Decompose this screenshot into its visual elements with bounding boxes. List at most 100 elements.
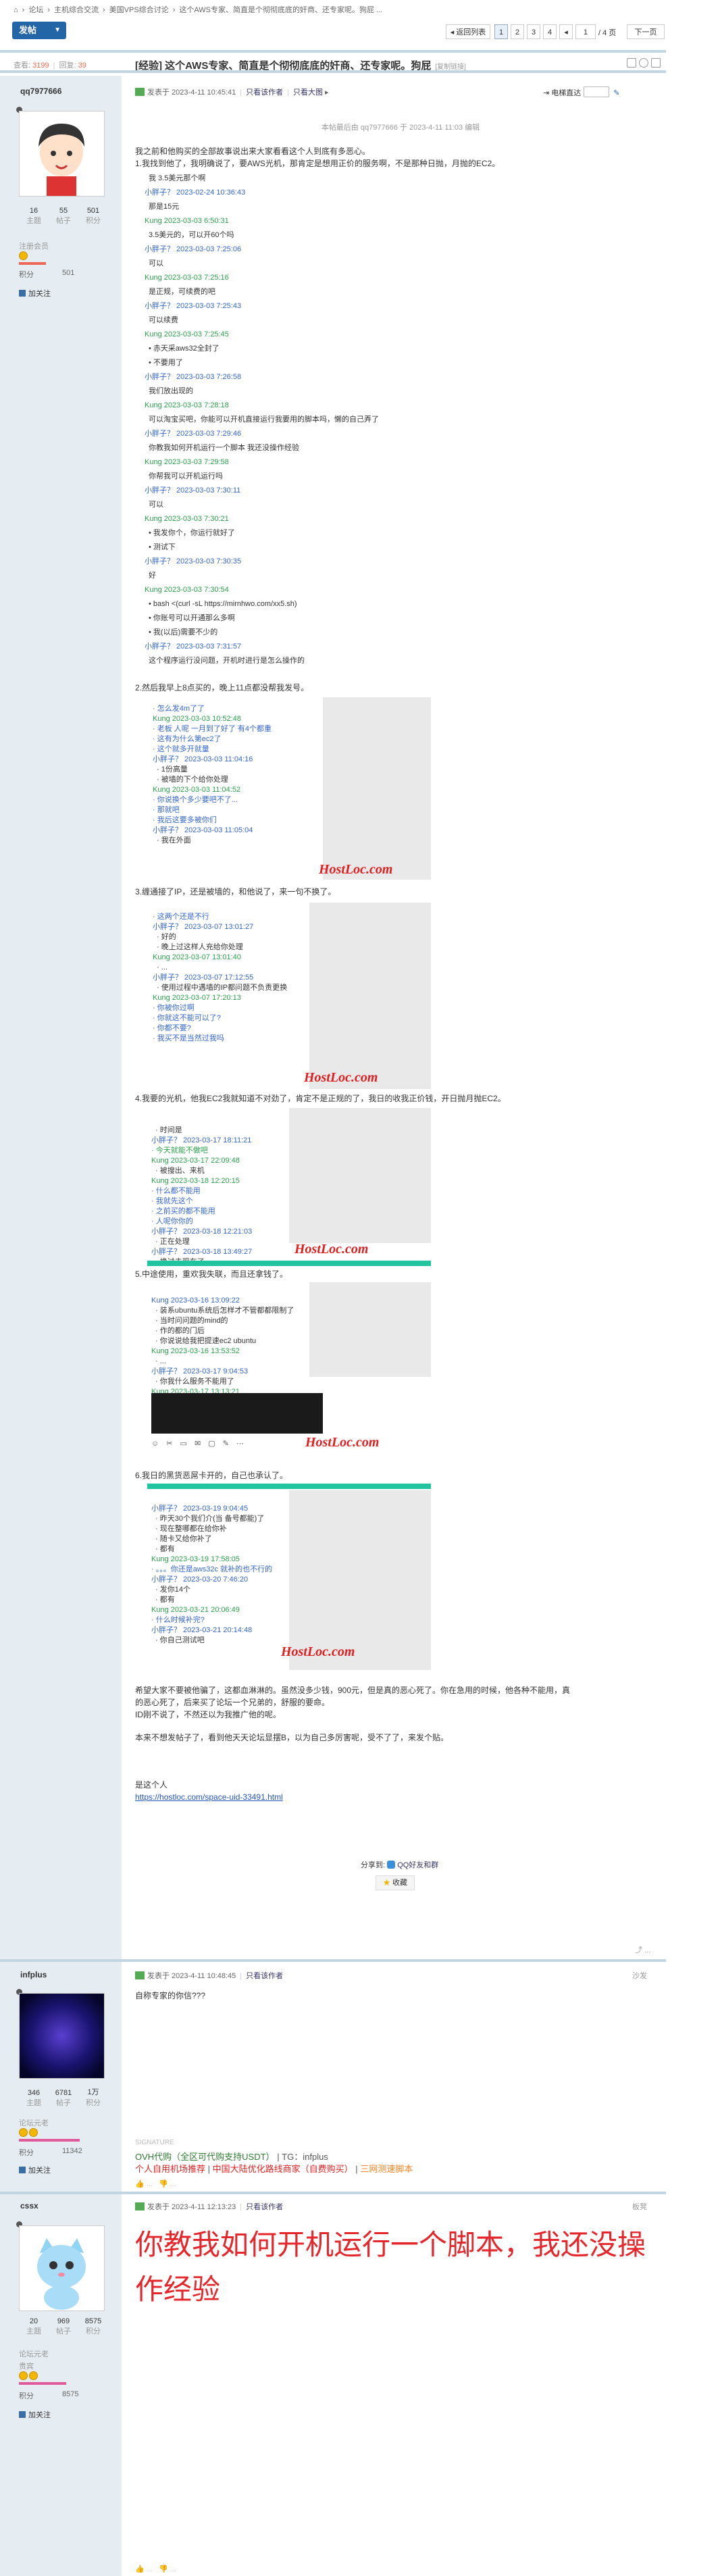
refresh-icon[interactable] xyxy=(639,58,648,68)
post1-user-level: 注册会员 xyxy=(19,243,49,251)
views-count: 3199 xyxy=(32,61,49,70)
post3-floor-number[interactable]: 板凳 xyxy=(632,2201,647,2212)
chat-line: Kung 2023-03-03 7:29:58 xyxy=(145,458,229,466)
sig-ovh-link[interactable]: OVH代购（全区可代购支持USDT） xyxy=(135,2152,275,2162)
post3-avatar[interactable] xyxy=(19,2225,105,2311)
post2-stat-threads[interactable]: 346 主题 xyxy=(19,2089,49,2108)
coin-icon xyxy=(29,2371,38,2380)
only-author-link[interactable]: 只看该作者 xyxy=(246,2203,283,2211)
next-page-button[interactable]: 下一页 xyxy=(627,24,665,39)
breadcrumb-item[interactable]: 论坛 xyxy=(28,6,43,14)
breadcrumb-separator: › xyxy=(172,6,176,14)
sig-merchant-link[interactable]: 中国大陆优化路线商家（自费购买） xyxy=(213,2164,353,2174)
add-friend-icon xyxy=(19,2411,26,2418)
breadcrumb-item[interactable]: 美国VPS综合讨论 xyxy=(109,6,169,14)
chat-line: 小胖子？ 2023-03-20 7:46:20 xyxy=(151,1575,249,1584)
only-big-image-link[interactable]: 只看大图 xyxy=(293,89,323,97)
chat-line: · 这有为什么第ec2了 xyxy=(153,735,222,743)
only-author-link[interactable]: 只看该作者 xyxy=(246,89,283,97)
chat-line: · 那就吧 xyxy=(153,806,180,814)
prev-page-icon[interactable]: ◂ xyxy=(559,24,573,39)
stat-label: 主题 xyxy=(26,2099,41,2107)
page-1-button[interactable]: 1 xyxy=(494,24,508,39)
post3-vote-row[interactable]: 👍 ... 👎 ... xyxy=(135,2565,176,2573)
space-label: 是这个人 xyxy=(135,1780,168,1790)
post2-avatar[interactable] xyxy=(19,1993,105,2079)
chat-line: 小胖子？ 2023-03-03 7:29:46 xyxy=(145,430,242,438)
signature-line-1: OVH代购（全区可代购支持USDT） | TG：infplus xyxy=(135,2150,328,2163)
section-4-text: 4.我要的光机，他我EC2我就知道不对劲了，肯定不是正规的了，我日的收我正价钱，… xyxy=(135,1094,506,1103)
share-qq-link[interactable]: QQ好友和群 xyxy=(397,1861,438,1869)
post3-stat-posts[interactable]: 969 帖子 xyxy=(49,2317,78,2336)
chat-line: Kung 2023-03-19 17:58:05 xyxy=(151,1555,240,1563)
print-icon[interactable] xyxy=(627,58,636,68)
new-thread-button[interactable]: 发帖 ▼ xyxy=(12,22,66,39)
section-6-text: 6.我日的黑货恶屌卡开的，自己也承认了。 xyxy=(135,1471,288,1480)
pencil-icon[interactable]: ✎ xyxy=(613,89,619,97)
post2-vote-row[interactable]: 👍 ... 👎 ... xyxy=(135,2179,176,2188)
floor-jump-input[interactable] xyxy=(584,86,610,97)
home-icon[interactable]: ⌂ xyxy=(14,6,18,14)
chat-line: 小胖子？ 2023-03-18 13:49:27 xyxy=(151,1248,253,1256)
post3-stat-threads[interactable]: 20 主题 xyxy=(19,2317,49,2336)
sig-airport-link[interactable]: 个人自用机场推荐 xyxy=(135,2164,205,2174)
watermark: HostLoc.com xyxy=(305,1435,380,1450)
section-5-text: 5.中途使用，重欢我失联，而且还拿钱了。 xyxy=(135,1269,288,1279)
screenshot-4-lines: · 时间是 小胖子？ 2023-03-17 18:11:21 · 今天就能不做吧… xyxy=(151,1126,252,1266)
blurred-region xyxy=(289,1108,431,1243)
chat-line: • 赤天采aws32全封了 xyxy=(149,345,220,353)
sig-speedtest-link[interactable]: 三网测速脚本 xyxy=(360,2164,413,2174)
chat-line: • 我(以后)需要不少的 xyxy=(149,628,218,636)
page-4-button[interactable]: 4 xyxy=(543,24,557,39)
post2-stat-score[interactable]: 1万 积分 xyxy=(78,2086,108,2108)
post1-add-friend[interactable]: 加关注 xyxy=(19,288,51,299)
post1-reply-link[interactable]: ⤴ ... xyxy=(635,1944,650,1955)
post1-avatar[interactable] xyxy=(19,111,105,197)
post3-add-friend[interactable]: 加关注 xyxy=(19,2409,51,2420)
chat-line: Kung 2023-03-18 12:20:15 xyxy=(151,1177,240,1185)
post3-user-level: 论坛元老 xyxy=(19,2350,49,2358)
page-jump-input[interactable]: 1 xyxy=(575,24,596,39)
chat-line: · 我后这要多被你们 xyxy=(153,816,217,824)
chat-line: Kung 2023-03-03 7:30:54 xyxy=(145,586,229,594)
chat-line: 那是15元 xyxy=(149,203,180,211)
post1-username[interactable]: qq7977666 xyxy=(20,86,61,96)
chat-line: 好 xyxy=(149,572,156,580)
chat-screenshot-5: Kung 2023-03-16 13:09:22 · 装系ubuntu系统后怎样… xyxy=(147,1282,431,1465)
chat-line: 小胖子？ 2023-03-03 11:05:04 xyxy=(153,826,253,834)
post3-stat-score[interactable]: 8575 积分 xyxy=(78,2317,108,2336)
space-link[interactable]: https://hostloc.com/space-uid-33491.html xyxy=(135,1792,283,1802)
breadcrumb-item[interactable]: 主机综合交流 xyxy=(54,6,99,14)
post1-stat-posts[interactable]: 55 帖子 xyxy=(49,207,78,226)
back-to-list-button[interactable]: ◂ 返回列表 xyxy=(446,24,490,39)
post2-stat-posts[interactable]: 6781 帖子 xyxy=(49,2089,78,2108)
post2-floor-number[interactable]: 沙发 xyxy=(632,1970,647,1981)
stat-label: 主题 xyxy=(26,217,41,225)
page-total: / 4 页 xyxy=(598,29,617,37)
page-2-button[interactable]: 2 xyxy=(511,24,524,39)
chat-line: • 你账号可以开通那么多啊 xyxy=(149,614,235,622)
add-friend-label: 加关注 xyxy=(28,290,51,298)
post1-stat-score[interactable]: 501 积分 xyxy=(78,207,108,226)
cartoon-avatar-icon xyxy=(20,111,104,196)
chat-line: · ... xyxy=(157,963,168,971)
page-3-button[interactable]: 3 xyxy=(527,24,540,39)
chat-line: Kung 2023-03-03 7:28:18 xyxy=(145,401,229,409)
only-author-link[interactable]: 只看该作者 xyxy=(246,1972,283,1980)
chat-line: 小胖子？ 2023-03-17 9:04:53 xyxy=(151,1367,249,1375)
chat-line: Kung 2023-03-03 6:50:31 xyxy=(145,217,229,225)
favorite-button[interactable]: ★ 收藏 xyxy=(376,1875,415,1890)
post3-username[interactable]: cssx xyxy=(20,2201,38,2211)
chat-line: · 老板 人呢 一月到了好了 有4个都重 xyxy=(153,725,272,733)
arrow-icon[interactable] xyxy=(651,58,661,68)
stat-label: 主题 xyxy=(26,2327,41,2335)
score-label: 积分 xyxy=(19,2149,34,2157)
chat-line: Kung 2023-03-03 7:25:16 xyxy=(145,274,229,282)
breadcrumb-item[interactable]: 这个AWS专家、简直是个彻彻底底的奸商、还专家呢。狗屁 ... xyxy=(179,6,382,14)
chat-line: · 我在外面 xyxy=(157,836,191,844)
chat-line: 小胖子？ 2023-03-19 9:04:45 xyxy=(151,1505,249,1513)
stat-value: 1万 xyxy=(87,2088,99,2096)
post2-username[interactable]: infplus xyxy=(20,1970,47,1979)
post2-add-friend[interactable]: 加关注 xyxy=(19,2165,51,2175)
post1-stat-threads[interactable]: 16 主题 xyxy=(19,207,49,226)
